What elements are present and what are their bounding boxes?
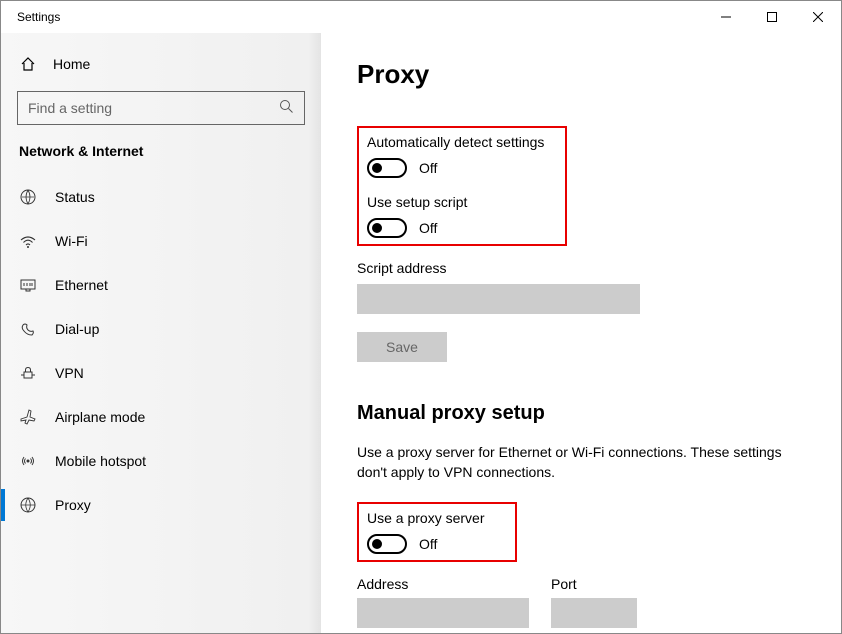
minimize-icon (721, 12, 731, 22)
port-label: Port (551, 576, 637, 592)
titlebar: Settings (1, 1, 841, 33)
search-field[interactable] (17, 91, 305, 125)
home-nav[interactable]: Home (1, 45, 321, 83)
auto-detect-toggle[interactable] (367, 158, 407, 178)
script-address-label: Script address (357, 260, 805, 276)
sidebar-item-hotspot[interactable]: Mobile hotspot (1, 439, 321, 483)
home-icon (19, 55, 37, 73)
use-proxy-label: Use a proxy server (367, 510, 507, 526)
content-area: Proxy Automatically detect settings Off … (321, 33, 841, 633)
highlight-proxy-section: Use a proxy server Off (357, 502, 517, 562)
sidebar-item-label: Dial-up (55, 321, 99, 337)
section-header: Network & Internet (1, 143, 321, 175)
manual-section-title: Manual proxy setup (357, 402, 805, 425)
close-button[interactable] (795, 1, 841, 33)
use-proxy-state: Off (419, 536, 437, 552)
sidebar-item-label: Mobile hotspot (55, 453, 146, 469)
hotspot-icon (19, 452, 37, 470)
save-button[interactable]: Save (357, 332, 447, 362)
sidebar-item-label: Airplane mode (55, 409, 145, 425)
maximize-icon (767, 12, 777, 22)
auto-detect-state: Off (419, 160, 437, 176)
address-input[interactable] (357, 598, 529, 628)
sidebar-item-dialup[interactable]: Dial-up (1, 307, 321, 351)
sidebar-item-label: Ethernet (55, 277, 108, 293)
sidebar-item-vpn[interactable]: VPN (1, 351, 321, 395)
sidebar-item-label: VPN (55, 365, 84, 381)
status-icon (19, 188, 37, 206)
search-container (17, 91, 305, 125)
search-icon (279, 99, 294, 117)
manual-section-desc: Use a proxy server for Ethernet or Wi-Fi… (357, 443, 805, 482)
sidebar-item-wifi[interactable]: Wi-Fi (1, 219, 321, 263)
sidebar-item-ethernet[interactable]: Ethernet (1, 263, 321, 307)
home-label: Home (53, 56, 90, 72)
window-controls (703, 1, 841, 33)
use-script-state: Off (419, 220, 437, 236)
script-address-input[interactable] (357, 284, 640, 314)
window-body: Home Network & Internet Status (1, 33, 841, 633)
window-title: Settings (17, 10, 60, 24)
airplane-icon (19, 408, 37, 426)
address-label: Address (357, 576, 529, 592)
wifi-icon (19, 232, 37, 250)
maximize-button[interactable] (749, 1, 795, 33)
address-port-row: Address Port (357, 576, 805, 628)
sidebar-item-label: Wi-Fi (55, 233, 88, 249)
highlight-auto-section: Automatically detect settings Off Use se… (357, 126, 567, 246)
minimize-button[interactable] (703, 1, 749, 33)
auto-detect-label: Automatically detect settings (367, 134, 557, 150)
page-title: Proxy (357, 59, 805, 90)
settings-window: Settings Home (0, 0, 842, 634)
use-script-label: Use setup script (367, 194, 557, 210)
sidebar-item-airplane[interactable]: Airplane mode (1, 395, 321, 439)
sidebar-item-label: Proxy (55, 497, 91, 513)
proxy-icon (19, 496, 37, 514)
sidebar-item-status[interactable]: Status (1, 175, 321, 219)
sidebar: Home Network & Internet Status (1, 33, 321, 633)
use-proxy-toggle[interactable] (367, 534, 407, 554)
port-input[interactable] (551, 598, 637, 628)
sidebar-item-proxy[interactable]: Proxy (1, 483, 321, 527)
dialup-icon (19, 320, 37, 338)
use-script-toggle[interactable] (367, 218, 407, 238)
sidebar-item-label: Status (55, 189, 95, 205)
ethernet-icon (19, 276, 37, 294)
close-icon (813, 12, 823, 22)
search-input[interactable] (28, 100, 279, 116)
vpn-icon (19, 364, 37, 382)
